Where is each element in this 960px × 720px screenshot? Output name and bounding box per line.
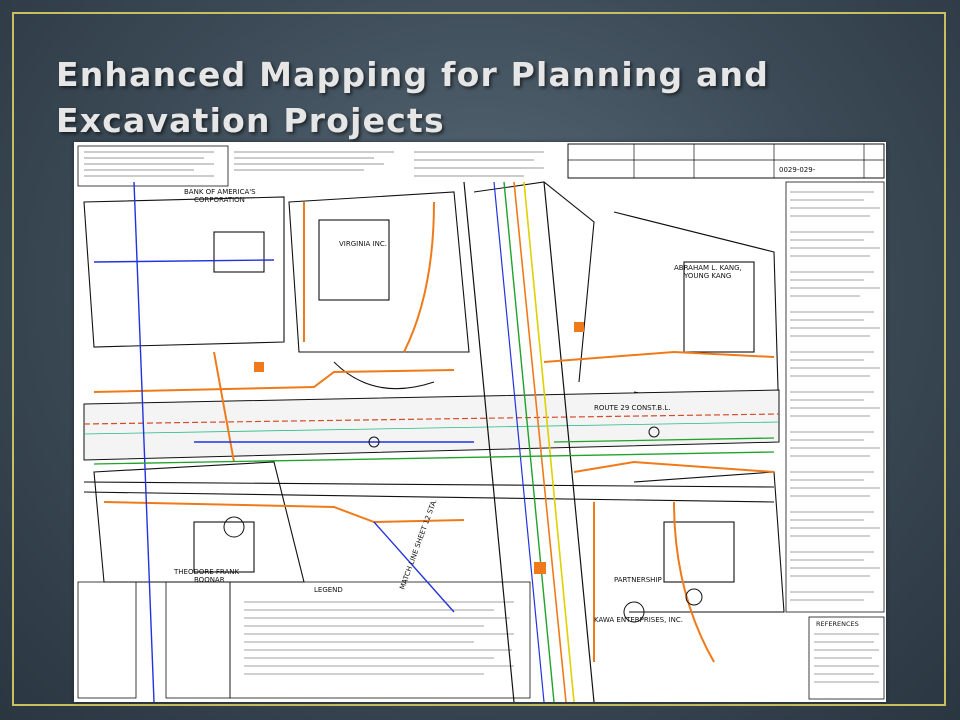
- legend-label: LEGEND: [314, 586, 343, 594]
- engineering-map-image: 0029-029- REFERENCES LEGEND ROUTE 29 CON…: [74, 142, 886, 702]
- label-kawa: KAWA ENTERPRISES, INC.: [594, 616, 683, 624]
- label-theodore: THEODORE FRANK: [173, 568, 240, 576]
- label-bank: BANK OF AMERICA'S: [184, 188, 256, 196]
- references-label: REFERENCES: [816, 620, 859, 628]
- label-virginia: VIRGINIA INC.: [339, 240, 387, 248]
- label-corp: CORPORATION: [194, 196, 245, 204]
- label-boonar: BOONAR: [194, 576, 225, 584]
- label-kang: ABRAHAM L. KANG,: [674, 264, 742, 272]
- route-label: ROUTE 29 CONST.B.L.: [594, 404, 670, 412]
- label-partnership: PARTNERSHIP: [614, 576, 662, 584]
- slide-title: Enhanced Mapping for Planning and Excava…: [56, 55, 770, 140]
- map-drawing: 0029-029- REFERENCES LEGEND ROUTE 29 CON…: [74, 142, 886, 702]
- sheet-number: 0029-029-: [779, 166, 816, 174]
- label-young: YOUNG KANG: [683, 272, 731, 280]
